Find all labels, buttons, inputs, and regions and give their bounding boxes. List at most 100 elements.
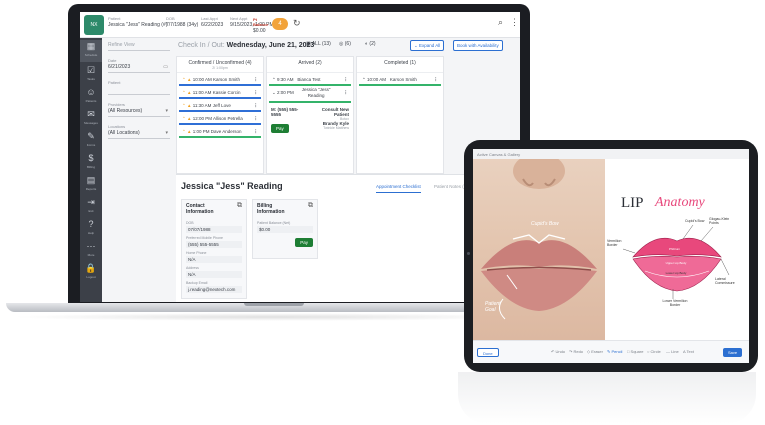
topbar-last-appt: Last Appt 6/22/2023 bbox=[201, 16, 223, 28]
provider-label: Providers bbox=[108, 102, 125, 107]
last-appt-value: 6/22/2023 bbox=[201, 22, 224, 28]
clipboard-icon: ☑ bbox=[86, 65, 96, 75]
topbar-balance: Pt Balance $0.00 bbox=[253, 16, 271, 34]
more-vertical-icon[interactable]: ⋮ bbox=[434, 74, 439, 85]
edit-icon[interactable]: ⧉ bbox=[308, 202, 313, 210]
top-bar: NX Patient Jessica "Jess" Reading (#) DO… bbox=[80, 12, 520, 38]
list-item[interactable]: ⌃ ▲ 11:30 AM Jeff Love ⋮ bbox=[179, 100, 261, 112]
text-button[interactable]: A Text bbox=[683, 349, 694, 354]
laptop-shadow bbox=[10, 313, 530, 321]
edit-icon[interactable]: ⧉ bbox=[237, 202, 242, 210]
sidebar-item-patients[interactable]: ☺ Patients bbox=[80, 86, 102, 108]
date-field[interactable]: 6/21/2023 ▭ bbox=[108, 64, 170, 73]
more-vertical-icon[interactable]: ⋮ bbox=[344, 74, 349, 85]
list-item[interactable]: ⌃ ▲ 11:00 AM Kassie Corcin ⋮ bbox=[179, 87, 261, 99]
patient-filter-label: Patient bbox=[108, 80, 121, 85]
column-header: Confirmed / Unconfirmed (4) 2/ 1:00pm bbox=[177, 57, 263, 73]
square-button[interactable]: □ Square bbox=[627, 349, 643, 354]
chevron-up-icon: ⌃ bbox=[362, 77, 366, 82]
more-vertical-icon[interactable]: ⋮ bbox=[254, 126, 259, 137]
help-icon: ? bbox=[88, 219, 94, 229]
undo-button[interactable]: ↶ Undo bbox=[551, 349, 565, 354]
balance-value: $0.00 bbox=[253, 28, 266, 34]
circle-button[interactable]: ○ Circle bbox=[647, 349, 661, 354]
label-cupids-bow: Cupid's Bow bbox=[685, 219, 705, 223]
more-vertical-icon[interactable]: ⋮ bbox=[254, 87, 259, 98]
chevron-up-icon: ⌃ bbox=[272, 77, 276, 82]
marketing-composite: NX Patient Jessica "Jess" Reading (#) DO… bbox=[0, 0, 765, 425]
filter-column: Refine View Date 6/21/2023 ▭ Patient Prov… bbox=[108, 42, 170, 139]
drawing-toolbar: Done ↶ Undo ↷ Redo ◇ Eraser ✎ Pencil □ S… bbox=[473, 340, 749, 363]
refine-view-input[interactable]: Refine View bbox=[108, 42, 170, 51]
column-confirmed: Confirmed / Unconfirmed (4) 2/ 1:00pm ⌃ ▲… bbox=[176, 56, 264, 174]
patient-filter-field[interactable] bbox=[108, 86, 170, 95]
chevron-down-icon: ⌄ bbox=[272, 90, 276, 96]
sidebar-item-more[interactable]: ⋯ More bbox=[80, 240, 102, 262]
list-item[interactable]: ⌃ 9:30 AM Bianca Test ⋮ bbox=[269, 74, 351, 86]
chevron-down-icon: ▾ bbox=[165, 108, 168, 114]
users-icon: ☺ bbox=[86, 87, 96, 97]
label-lower-lip-body: Lower Lip Body bbox=[665, 271, 687, 275]
location-label: Locations bbox=[108, 124, 126, 129]
warning-icon: ⌃ ▲ bbox=[182, 116, 192, 121]
location-value: (All Locations) bbox=[108, 130, 140, 136]
list-item[interactable]: ⌃ ▲ 1:00 PM Dave Anderson ⋮ bbox=[179, 126, 261, 138]
sidebar-item-schedule[interactable]: ▦ Schedule bbox=[80, 40, 102, 62]
sidebar-item-reports[interactable]: ▤ Reports bbox=[80, 174, 102, 196]
pencil-button[interactable]: ✎ Pencil bbox=[607, 349, 622, 354]
more-vertical-icon[interactable]: ⋮ bbox=[254, 113, 259, 124]
done-button[interactable]: Done bbox=[477, 348, 499, 357]
search-icon[interactable]: ⌕ bbox=[498, 17, 503, 28]
sidebar: ▦ Schedule ☑ Tasks ☺ Patients ✉ Messages ✎ Fo… bbox=[80, 38, 102, 302]
sidebar-item-help[interactable]: ? Help bbox=[80, 218, 102, 240]
next-appt-label: Next Appt bbox=[230, 16, 248, 21]
filter-scheduled-chip[interactable]: ◎ (6) bbox=[339, 41, 351, 47]
sidebar-item-forms[interactable]: ✎ Forms bbox=[80, 130, 102, 152]
list-item[interactable]: ⌄ 2:00 PM Jessica "Jess" Reading ⋮ bbox=[269, 87, 351, 103]
refresh-icon[interactable]: ↻ bbox=[293, 18, 301, 29]
calendar-small-icon[interactable]: ▭ bbox=[163, 64, 168, 70]
sidebar-item-billing[interactable]: $ Billing bbox=[80, 152, 102, 174]
topbar-patient[interactable]: Patient Jessica "Jess" Reading (#) bbox=[108, 16, 167, 28]
annotation-patient-goal: Patient Goal bbox=[485, 301, 501, 313]
provider-select[interactable]: (All Resources) ▾ bbox=[108, 108, 170, 117]
sidebar-item-exit[interactable]: ⇥ Exit bbox=[80, 196, 102, 218]
label-lateral-commissure: Lateral Commissure bbox=[715, 277, 735, 285]
warning-icon: ⌃ ▲ bbox=[182, 103, 192, 108]
filter-all-chip[interactable]: ▣ ALL (13) bbox=[306, 41, 331, 47]
filter-complete-chip[interactable]: ◐ (2) bbox=[365, 41, 376, 47]
tab-patient-notes[interactable]: Patient Notes (1) bbox=[434, 184, 468, 192]
eraser-button[interactable]: ◇ Eraser bbox=[587, 349, 603, 354]
patient-value: Jessica "Jess" Reading (#) bbox=[108, 22, 168, 28]
label-glogau-klein: Glogau-Klein Points bbox=[709, 217, 730, 225]
mail-icon: ✉ bbox=[87, 109, 95, 119]
warning-icon: ⌃ ▲ bbox=[182, 129, 192, 134]
topbar-dob: DOB 7/7/1988 (34y) bbox=[166, 16, 198, 28]
notification-bell-icon[interactable]: 4 bbox=[272, 18, 288, 30]
sidebar-item-logout[interactable]: 🔒 Logout bbox=[80, 262, 102, 284]
line-button[interactable]: — Line bbox=[666, 349, 679, 354]
more-vertical-icon[interactable]: ⋮ bbox=[510, 17, 519, 28]
book-availability-button[interactable]: Book with Availability bbox=[453, 40, 503, 51]
appointment-detail-card: M: (555) 555-5555 Consult New Patient Bo… bbox=[271, 107, 349, 133]
pay-button[interactable]: Pay bbox=[271, 124, 289, 133]
list-item[interactable]: ⌃ 10:00 AM Karson Smith ⋮ bbox=[359, 74, 441, 86]
tablet-screen: Active Canvas & Gallery Cupid's Bow Pati… bbox=[473, 149, 749, 363]
more-vertical-icon[interactable]: ⋮ bbox=[254, 100, 259, 111]
app-logo[interactable]: NX bbox=[84, 15, 104, 35]
tab-appointment-checklist[interactable]: Appointment Checklist bbox=[376, 184, 421, 193]
sidebar-item-messages[interactable]: ✉ Messages bbox=[80, 108, 102, 130]
sidebar-item-tasks[interactable]: ☑ Tasks bbox=[80, 64, 102, 86]
save-button[interactable]: Save bbox=[723, 348, 743, 357]
more-vertical-icon[interactable]: ⋮ bbox=[344, 87, 349, 98]
chevron-down-icon: ▾ bbox=[165, 130, 168, 136]
billing-pay-button[interactable]: Pay bbox=[295, 238, 313, 247]
date-value: 6/21/2023 bbox=[108, 64, 131, 70]
location-select[interactable]: (All Locations) ▾ bbox=[108, 130, 170, 139]
list-item[interactable]: ⌃ ▲ 10:00 AM Karson Smith ⋮ bbox=[179, 74, 261, 86]
list-item[interactable]: ⌃ ▲ 12:00 PM Allison Petrella ⋮ bbox=[179, 113, 261, 125]
redo-button[interactable]: ↷ Redo bbox=[569, 349, 583, 354]
expand-all-button[interactable]: ⌄ Expand All bbox=[410, 40, 445, 51]
more-vertical-icon[interactable]: ⋮ bbox=[254, 74, 259, 85]
patient-lip-photo: Cupid's Bow Patient Goal bbox=[473, 159, 605, 340]
